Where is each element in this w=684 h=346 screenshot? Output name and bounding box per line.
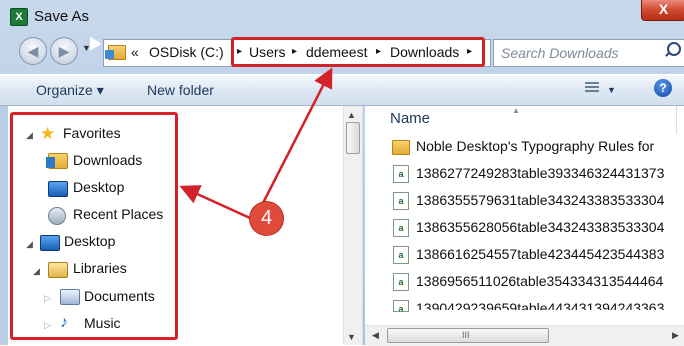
file-row[interactable]: Noble Desktop's Typography Rules for bbox=[416, 138, 684, 154]
csv-icon: a bbox=[393, 192, 409, 210]
csv-icon: a bbox=[393, 219, 409, 237]
file-row[interactable]: 1386355579631table343243383533304 bbox=[416, 192, 684, 208]
file-row[interactable]: 1386277249283table393346324431373 bbox=[416, 165, 684, 181]
scroll-grip-icon: III bbox=[462, 330, 470, 340]
pane-border bbox=[0, 106, 8, 345]
organize-button[interactable]: Organize ▾ bbox=[36, 82, 104, 99]
scroll-up-button[interactable]: ▲ bbox=[347, 110, 356, 120]
forward-button[interactable]: ▶ bbox=[50, 37, 78, 65]
file-row[interactable]: 1386355628056table343243383533304 bbox=[416, 219, 684, 235]
column-divider[interactable] bbox=[676, 106, 677, 134]
folder-icon bbox=[105, 45, 126, 60]
csv-icon: a bbox=[393, 246, 409, 264]
step-callout-badge: 4 bbox=[250, 202, 283, 235]
scroll-thumb[interactable] bbox=[346, 122, 360, 154]
view-icon[interactable] bbox=[585, 82, 599, 94]
file-row[interactable]: 1386956511026table354334313544464 bbox=[416, 273, 684, 289]
close-button[interactable]: X bbox=[641, 0, 684, 21]
csv-icon: a bbox=[393, 273, 409, 291]
csv-icon: a bbox=[393, 165, 409, 183]
scroll-right-button[interactable]: ▶ bbox=[672, 330, 679, 341]
scroll-down-button[interactable]: ▼ bbox=[347, 332, 356, 342]
favorites-highlight-box bbox=[10, 112, 178, 340]
window-title: Save As bbox=[34, 8, 90, 25]
chevron-down-icon[interactable]: ▼ bbox=[607, 85, 616, 95]
csv-icon: a bbox=[393, 300, 409, 312]
search-icon[interactable] bbox=[667, 42, 681, 56]
new-folder-button[interactable]: New folder bbox=[147, 82, 214, 98]
breadcrumb-highlight-box bbox=[231, 37, 485, 67]
search-placeholder: Search Downloads bbox=[501, 45, 619, 61]
help-icon[interactable]: ? bbox=[654, 79, 672, 97]
sort-arrow-icon: ▲ bbox=[512, 106, 520, 115]
file-row[interactable]: 1390429239659table443431394243363 bbox=[416, 298, 684, 310]
column-header-name[interactable]: Name bbox=[390, 110, 430, 127]
excel-icon: X bbox=[10, 8, 28, 26]
back-button[interactable]: ◀ bbox=[19, 37, 47, 65]
breadcrumb-overflow[interactable]: « bbox=[131, 44, 139, 60]
breadcrumb-osdisk[interactable]: OSDisk (C:) bbox=[149, 44, 224, 60]
folder-icon bbox=[392, 140, 410, 155]
scroll-left-button[interactable]: ◀ bbox=[372, 330, 379, 341]
file-row[interactable]: 1386616254557table423445423544383 bbox=[416, 246, 684, 262]
title-bar bbox=[0, 0, 684, 34]
